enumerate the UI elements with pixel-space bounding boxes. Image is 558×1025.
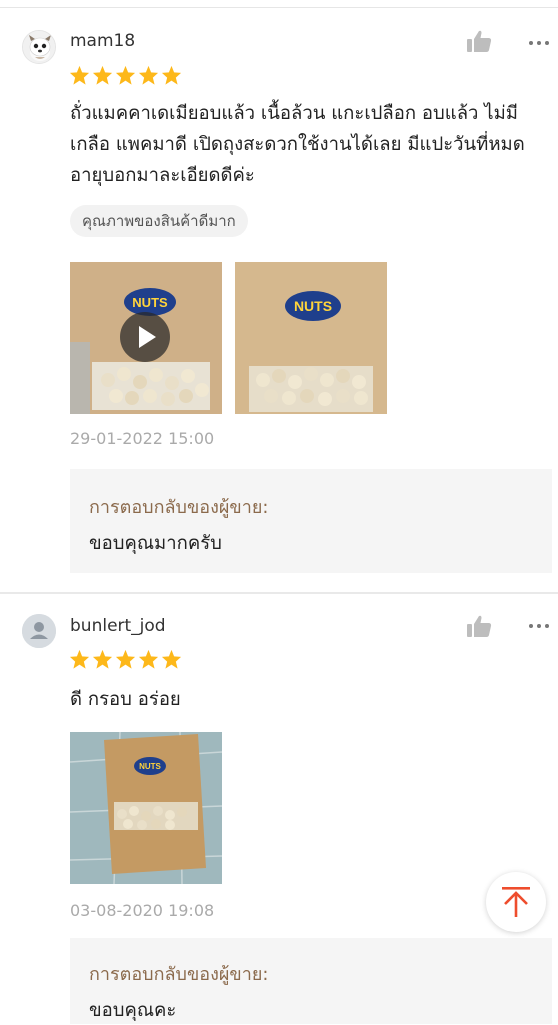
star-icon [115,65,136,85]
rating-stars [69,649,182,669]
rating-stars [69,65,182,85]
more-options-icon[interactable] [528,38,550,48]
brand-logo-text: NUTS [294,298,332,314]
default-user-icon [22,614,56,648]
seller-reply-label: การตอบกลับของผู้ขาย: [89,964,269,985]
product-bag-image: NUTS [235,262,387,414]
star-icon [138,649,159,669]
review-photo-thumbnail[interactable]: NUTS [235,262,387,414]
review-text: ดี กรอบ อร่อย [70,689,181,710]
product-bag-image: NUTS [70,732,222,884]
seller-reply-box: การตอบกลับของผู้ขาย: ขอบคุณมากครับ [70,469,552,573]
seller-reply-box: การตอบกลับของผู้ขาย: ขอบคุณคะ [70,938,552,1024]
thumbs-up-icon[interactable] [466,29,492,53]
review-item: mam18 ถั่วแมคคาเดเมียอบแล้ว เนื้อล้วน แก… [0,8,558,592]
play-button[interactable] [120,312,170,362]
review-timestamp: 03-08-2020 19:08 [70,901,215,920]
brand-logo-text: NUTS [139,762,161,771]
seller-reply-text: ขอบคุณมากครับ [89,533,222,554]
star-icon [69,65,90,85]
username[interactable]: bunlert_jod [70,616,166,636]
review-item: bunlert_jod ดี กรอบ อร่อย NUTS 03-08-202… [0,594,558,1024]
review-timestamp: 29-01-2022 15:00 [70,429,215,448]
review-photo-thumbnail[interactable]: NUTS [70,732,222,884]
star-icon [69,649,90,669]
dog-avatar-icon [23,31,55,63]
arrow-up-to-top-icon [502,887,530,917]
star-icon [138,65,159,85]
brand-logo-text: NUTS [132,295,168,310]
star-icon [92,649,113,669]
avatar[interactable] [22,30,56,64]
review-text: ถั่วแมคคาเดเมียอบแล้ว เนื้อล้วน แกะเปลือ… [70,103,525,186]
star-icon [92,65,113,85]
username[interactable]: mam18 [70,31,135,51]
star-icon [115,649,136,669]
review-video-thumbnail[interactable]: NUTS [70,262,222,414]
star-icon [161,649,182,669]
seller-reply-text: ขอบคุณคะ [89,1000,177,1021]
thumbs-up-icon[interactable] [466,614,492,638]
play-icon [139,326,156,348]
back-to-top-button[interactable] [486,872,546,932]
star-icon [161,65,182,85]
review-tag: คุณภาพของสินค้าดีมาก [70,205,248,237]
seller-reply-label: การตอบกลับของผู้ขาย: [89,497,269,518]
more-options-icon[interactable] [528,621,550,631]
avatar[interactable] [22,614,56,648]
